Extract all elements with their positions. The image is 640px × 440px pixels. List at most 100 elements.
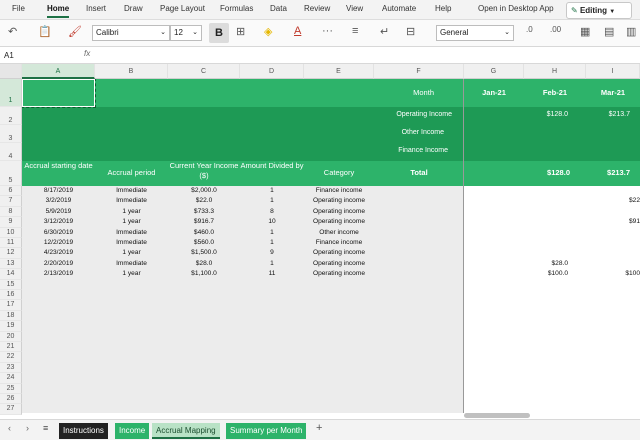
borders-icon[interactable]: ⊞	[236, 25, 245, 38]
cell-divided[interactable]: 1	[240, 260, 304, 267]
function-icon[interactable]: fx	[84, 49, 90, 58]
row-header-14[interactable]: 14	[0, 269, 22, 280]
cell-category[interactable]: Operating income	[304, 218, 374, 225]
row-header-1[interactable]: 1	[0, 79, 22, 107]
wrap-text-icon[interactable]: ↵	[380, 25, 389, 38]
cell-date[interactable]: 6/30/2019	[22, 229, 95, 236]
font-color-icon[interactable]: A	[294, 25, 301, 37]
cell-period[interactable]: Immediate	[95, 260, 168, 267]
bold-button[interactable]: B	[209, 23, 229, 43]
select-all-corner[interactable]	[0, 64, 22, 79]
cell-i[interactable]: $22	[586, 197, 640, 204]
cell-date[interactable]: 3/2/2019	[22, 197, 95, 204]
row-header-10[interactable]: 10	[0, 227, 22, 238]
column-header-e[interactable]: E	[304, 64, 374, 79]
cell-date[interactable]: 4/23/2019	[22, 249, 95, 256]
number-format-select[interactable]: General ⌄	[436, 25, 514, 41]
cell-category[interactable]: Operating income	[304, 260, 374, 267]
row-header-20[interactable]: 20	[0, 331, 22, 342]
cell-income[interactable]: $28.0	[168, 260, 240, 267]
undo-icon[interactable]: ↶	[8, 25, 17, 38]
cell-category[interactable]: Operating income	[304, 197, 374, 204]
cell-h[interactable]: $100.0	[524, 270, 568, 277]
menu-draw[interactable]: Draw	[124, 4, 143, 13]
cell-period[interactable]: 1 year	[95, 218, 168, 225]
row-header-15[interactable]: 15	[0, 279, 22, 290]
conditional-format-icon[interactable]: ▦	[580, 25, 590, 38]
row-header-24[interactable]: 24	[0, 373, 22, 384]
menu-file[interactable]: File	[12, 4, 25, 13]
column-header-i[interactable]: I	[586, 64, 640, 79]
column-header-h[interactable]: H	[524, 64, 586, 79]
cell-date[interactable]: 8/17/2019	[22, 187, 95, 194]
cell-i[interactable]: $100	[586, 270, 640, 277]
horizontal-scrollbar[interactable]	[464, 413, 530, 418]
cell-divided[interactable]: 11	[240, 270, 304, 277]
merge-icon[interactable]: ⊟	[406, 25, 415, 38]
fill-color-icon[interactable]: ◈	[264, 25, 272, 38]
cell-date[interactable]: 2/13/2019	[22, 270, 95, 277]
tab-accrual-mapping[interactable]: Accrual Mapping	[152, 423, 220, 439]
row-header-27[interactable]: 27	[0, 404, 22, 415]
cell-period[interactable]: 1 year	[95, 270, 168, 277]
font-name-select[interactable]: Calibri ⌄	[92, 25, 170, 41]
cell-period[interactable]: Immediate	[95, 229, 168, 236]
more-icon[interactable]: ···	[322, 25, 333, 37]
row-header-8[interactable]: 8	[0, 206, 22, 218]
cell-date[interactable]: 3/12/2019	[22, 218, 95, 225]
cell-income[interactable]: $2,000.0	[168, 187, 240, 194]
cell-date[interactable]: 2/20/2019	[22, 260, 95, 267]
menu-page-layout[interactable]: Page Layout	[160, 4, 205, 13]
cell-category[interactable]: Finance income	[304, 187, 374, 194]
menu-insert[interactable]: Insert	[86, 4, 106, 13]
cell-date[interactable]: 5/9/2019	[22, 208, 95, 215]
cell-period[interactable]: Immediate	[95, 197, 168, 204]
menu-formulas[interactable]: Formulas	[220, 4, 253, 13]
row-header-12[interactable]: 12	[0, 248, 22, 259]
cell-income[interactable]: $916.7	[168, 218, 240, 225]
cell-period[interactable]: 1 year	[95, 249, 168, 256]
row-header-17[interactable]: 17	[0, 300, 22, 311]
row-header-22[interactable]: 22	[0, 352, 22, 363]
cell-styles-icon[interactable]: ▥	[626, 25, 636, 38]
selected-cell-a1[interactable]	[22, 79, 96, 108]
sheet-grid[interactable]: Month Jan-21 Feb-21 Mar-21 Operating Inc…	[22, 79, 640, 413]
row-header-3[interactable]: 3	[0, 125, 22, 143]
cell-period[interactable]: 1 year	[95, 208, 168, 215]
menu-home[interactable]: Home	[47, 4, 70, 18]
cell-category[interactable]: Operating income	[304, 208, 374, 215]
row-header-9[interactable]: 9	[0, 217, 22, 228]
cell-i[interactable]: $91	[586, 218, 640, 225]
cell-divided[interactable]: 10	[240, 218, 304, 225]
menu-automate[interactable]: Automate	[382, 4, 416, 13]
cell-category[interactable]: Finance income	[304, 239, 374, 246]
font-size-select[interactable]: 12 ⌄	[170, 25, 202, 41]
cell-income[interactable]: $22.0	[168, 197, 240, 204]
column-header-c[interactable]: C	[168, 64, 240, 79]
row-header-25[interactable]: 25	[0, 383, 22, 394]
column-header-d[interactable]: D	[240, 64, 304, 79]
row-header-7[interactable]: 7	[0, 196, 22, 207]
cell-divided[interactable]: 1	[240, 239, 304, 246]
row-header-11[interactable]: 11	[0, 238, 22, 249]
align-icon[interactable]: ≡	[352, 25, 358, 37]
menu-data[interactable]: Data	[270, 4, 287, 13]
increase-decimal-icon[interactable]: .0	[526, 25, 533, 34]
cell-divided[interactable]: 1	[240, 187, 304, 194]
cell-income[interactable]: $1,100.0	[168, 270, 240, 277]
column-header-g[interactable]: G	[464, 64, 524, 79]
tab-instructions[interactable]: Instructions	[59, 423, 108, 439]
cell-date[interactable]: 12/2/2019	[22, 239, 95, 246]
add-sheet-icon[interactable]: +	[316, 422, 322, 434]
column-header-a[interactable]: A	[22, 64, 95, 79]
menu-review[interactable]: Review	[304, 4, 330, 13]
row-header-13[interactable]: 13	[0, 258, 22, 270]
menu-view[interactable]: View	[346, 4, 363, 13]
format-painter-icon[interactable]: 🖌	[68, 25, 82, 38]
menu-help[interactable]: Help	[435, 4, 451, 13]
prev-sheet-icon[interactable]: ‹	[8, 423, 11, 433]
row-header-26[interactable]: 26	[0, 394, 22, 405]
tab-summary-per-month[interactable]: Summary per Month	[226, 423, 307, 439]
cell-divided[interactable]: 9	[240, 249, 304, 256]
row-header-23[interactable]: 23	[0, 362, 22, 374]
